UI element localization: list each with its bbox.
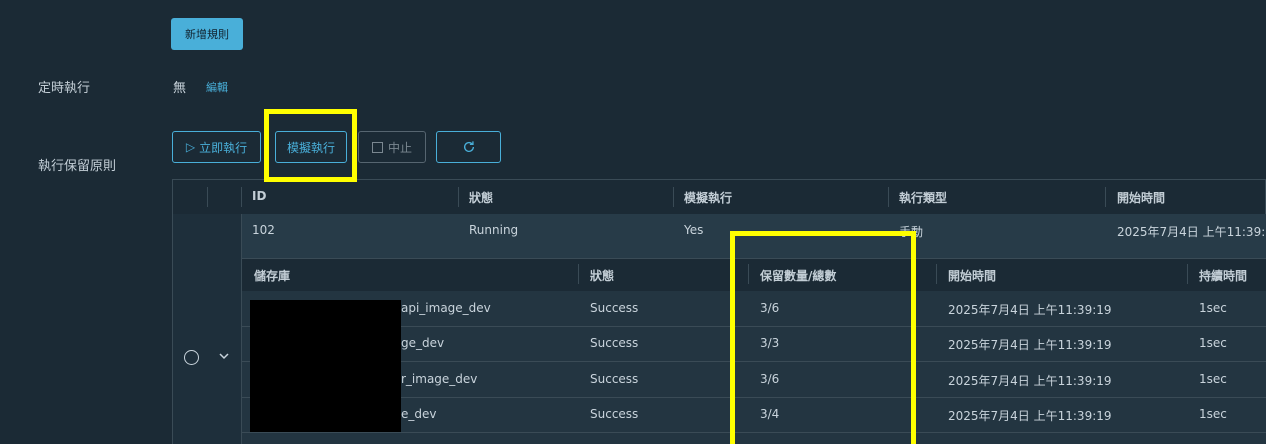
col-start[interactable]: 開始時間 (1117, 189, 1165, 206)
schedule-edit-link[interactable]: 編輯 (206, 79, 228, 95)
redaction-block (250, 300, 401, 432)
cell-id: 102 (252, 223, 275, 237)
task-duration: 1sec (1199, 336, 1227, 350)
run-now-label: 立即執行 (199, 140, 248, 155)
refresh-icon (463, 141, 474, 152)
col-simulated[interactable]: 模擬執行 (684, 189, 732, 206)
task-start: 2025年7月4日 上午11:39:19 (948, 338, 1112, 352)
cell-simulated: Yes (684, 223, 704, 237)
task-status: Success (590, 336, 639, 350)
task-duration: 1sec (1199, 301, 1227, 315)
repo-name: ge_dev (401, 336, 445, 350)
play-icon: ▷ (185, 140, 196, 154)
col-repository[interactable]: 儲存庫 (254, 267, 290, 284)
stop-button[interactable]: 中止 (358, 131, 426, 163)
col-task-status[interactable]: 狀態 (590, 267, 614, 284)
stop-label: 中止 (387, 140, 412, 155)
highlight-retained-column (730, 231, 916, 444)
stop-icon (371, 141, 383, 153)
retention-policy-label: 執行保留原則 (38, 159, 117, 174)
cell-start: 2025年7月4日 上午11:39:19 (1117, 225, 1266, 239)
col-id[interactable]: ID (252, 189, 266, 203)
repo-name: e_dev (401, 407, 437, 421)
col-task-start[interactable]: 開始時間 (948, 267, 996, 284)
schedule-value: 無 (173, 81, 187, 96)
chevron-down-icon[interactable] (218, 352, 230, 360)
col-type[interactable]: 執行類型 (899, 189, 947, 206)
refresh-button[interactable] (436, 131, 501, 163)
repo-name: api_image_dev (401, 301, 491, 315)
task-duration: 1sec (1199, 372, 1227, 386)
repo-name: r_image_dev (401, 372, 478, 386)
task-start: 2025年7月4日 上午11:39:19 (948, 374, 1112, 388)
cell-status: Running (469, 223, 519, 237)
run-now-button[interactable]: ▷ 立即執行 (172, 131, 261, 163)
col-duration[interactable]: 持續時間 (1199, 267, 1247, 284)
task-start: 2025年7月4日 上午11:39:19 (948, 303, 1112, 317)
task-duration: 1sec (1199, 407, 1227, 421)
row-radio[interactable] (184, 350, 199, 365)
task-status: Success (590, 301, 639, 315)
task-status: Success (590, 372, 639, 386)
row-select-column (173, 214, 242, 444)
schedule-label: 定時執行 (38, 81, 91, 96)
task-start: 2025年7月4日 上午11:39:19 (948, 409, 1112, 423)
add-rule-button[interactable]: 新增規則 (171, 18, 243, 50)
task-status: Success (590, 407, 639, 421)
highlight-simulate (264, 109, 357, 182)
col-status[interactable]: 狀態 (469, 189, 493, 206)
